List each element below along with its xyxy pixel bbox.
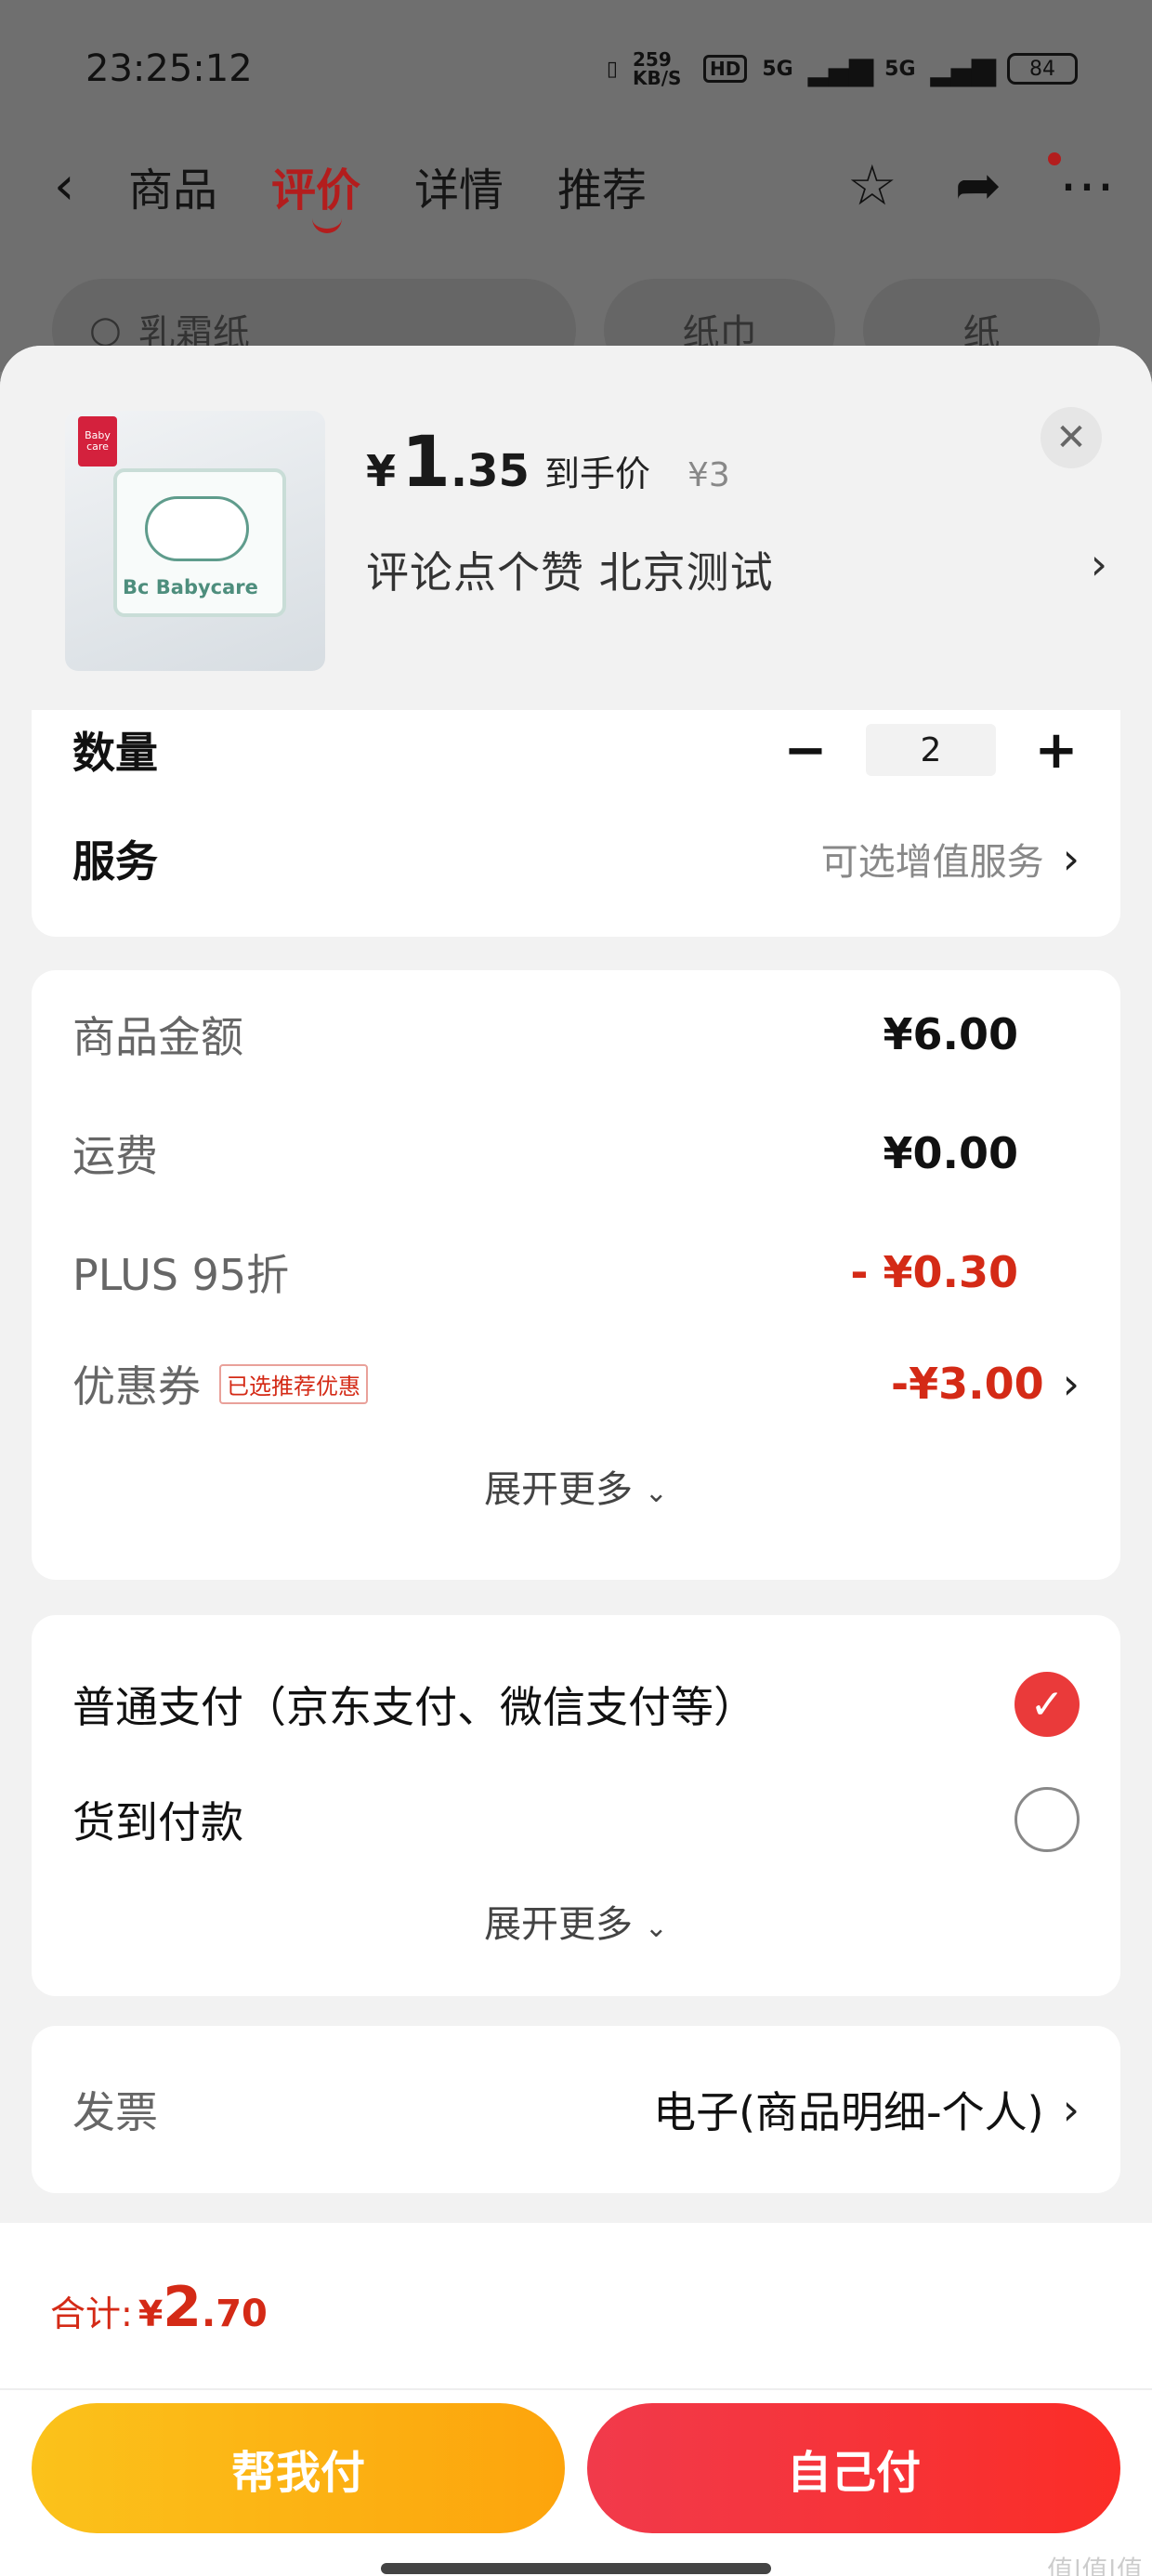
checkmark-icon[interactable]: ✓ [1015, 1672, 1080, 1737]
payment-option-cod-label: 货到付款 [72, 1797, 243, 1847]
invoice-label: 发票 [72, 2087, 158, 2137]
status-bar: 23:25:12 ▯ 259 KB/S HD 5G ▂▄▆ 5G ▂▄▆ 84 [85, 41, 1078, 97]
order-sheet: Baby care Bc Babycare ¥ 1 .35 到手价 ¥3 评论点… [0, 346, 1152, 2576]
coupon-row[interactable]: 优惠券 已选推荐优惠 -¥3.00 › [72, 1351, 1080, 1416]
top-nav: ‹ 商品 评价 详情 推荐 ☆ ➦ ⋯ [54, 149, 1115, 233]
more-icon[interactable]: ⋯ [1059, 153, 1115, 218]
service-value: 可选增值服务 [820, 841, 1044, 884]
original-price: ¥3 [687, 456, 730, 494]
payment-expand-more-button[interactable]: 展开更多 ⌄ [32, 1894, 1120, 1948]
price-symbol: ¥ [366, 446, 397, 496]
payment-option-online-label: 普通支付（京东支付、微信支付等） [72, 1682, 756, 1732]
pack-label: Bc Babycare [123, 576, 258, 598]
plus-discount-row: PLUS 95折 - ¥0.30 [72, 1240, 1080, 1305]
help-pay-button[interactable]: 帮我付 [32, 2403, 565, 2533]
footer-divider [0, 2388, 1152, 2390]
expand-more-label: 展开更多 [484, 1468, 634, 1511]
shipping-value: ¥0.00 [883, 1128, 1018, 1178]
back-arrow-icon[interactable]: ‹ [54, 156, 128, 217]
watermark: 值|值|值 [1047, 2555, 1143, 2576]
tab-details[interactable]: 详情 [414, 153, 504, 218]
chevron-right-icon[interactable]: › [1091, 539, 1107, 589]
goods-amount-row: 商品金额 ¥6.00 [72, 1002, 1080, 1067]
radio-unchecked-icon[interactable] [1015, 1787, 1080, 1852]
invoice-row[interactable]: 发票 电子(商品明细-个人) › [72, 2072, 1080, 2147]
shipping-label: 运费 [72, 1131, 158, 1181]
quantity-row: 数量 − 2 + [72, 717, 1080, 782]
price-label: 到手价 [543, 453, 650, 494]
quantity-stepper: − 2 + [782, 720, 1080, 781]
status-time: 23:25:12 [85, 47, 253, 90]
total-label: 合计: [50, 2293, 133, 2334]
tab-reviews[interactable]: 评价 [271, 153, 360, 233]
quantity-label: 数量 [72, 728, 158, 778]
signal-icon-2: ▂▄▆ [930, 50, 996, 87]
self-pay-button[interactable]: 自己付 [587, 2403, 1120, 2533]
star-icon[interactable]: ☆ [847, 153, 897, 218]
signal-1-label: 5G [762, 57, 793, 81]
chevron-down-icon: ⌄ [644, 1912, 668, 1944]
close-icon[interactable]: ✕ [1041, 407, 1102, 468]
vibrate-icon: ▯ [606, 57, 618, 81]
signal-2-label: 5G [884, 57, 916, 81]
notification-dot [1048, 152, 1061, 165]
coupon-value: -¥3.00 [891, 1359, 1044, 1409]
coupon-label: 优惠券 [72, 1361, 201, 1412]
net-speed: 259 KB/S [633, 48, 682, 89]
total-yen: ¥ [137, 2293, 164, 2334]
amounts-card: 商品金额 ¥6.00 运费 ¥0.00 PLUS 95折 - ¥0.30 优惠券… [32, 970, 1120, 1580]
payment-card: 普通支付（京东支付、微信支付等） ✓ 货到付款 展开更多 ⌄ [32, 1615, 1120, 1996]
home-indicator[interactable] [381, 2563, 771, 2574]
status-icons: ▯ 259 KB/S HD 5G ▂▄▆ 5G ▂▄▆ 84 [607, 50, 1078, 87]
checkout-footer: 合计: ¥ 2 .70 帮我付 自己付 值|值|值 [0, 2223, 1152, 2576]
shipping-row: 运费 ¥0.00 [72, 1121, 1080, 1186]
service-label: 服务 [72, 836, 158, 887]
expand-more-button[interactable]: 展开更多 ⌄ [32, 1459, 1120, 1513]
product-header: Baby care Bc Babycare ¥ 1 .35 到手价 ¥3 评论点… [0, 346, 1152, 710]
tab-recommend[interactable]: 推荐 [557, 153, 647, 218]
coupon-tag: 已选推荐优惠 [219, 1363, 368, 1404]
tab-goods[interactable]: 商品 [128, 153, 217, 218]
share-icon[interactable]: ➦ [955, 153, 1001, 218]
payment-option-cod[interactable]: 货到付款 [72, 1782, 1080, 1857]
goods-amount-label: 商品金额 [72, 1012, 243, 1062]
cloud-graphic [145, 496, 249, 561]
nav-icons: ☆ ➦ ⋯ [847, 153, 1115, 218]
plus-discount-value: - ¥0.30 [850, 1247, 1018, 1297]
brand-logo: Baby care [78, 416, 117, 467]
total-amount: 合计: ¥ 2 .70 [50, 2275, 268, 2340]
price-dec: .35 [450, 445, 530, 497]
promo-text[interactable]: 评论点个赞 北京测试 [366, 539, 774, 600]
product-image: Baby care Bc Babycare [65, 411, 325, 671]
total-dec: .70 [202, 2293, 268, 2335]
chevron-right-icon: › [1062, 2084, 1080, 2135]
signal-icon: ▂▄▆ [807, 50, 873, 87]
payment-option-online[interactable]: 普通支付（京东支付、微信支付等） ✓ [72, 1667, 1080, 1741]
chevron-right-icon: › [1062, 1359, 1080, 1409]
invoice-card: 发票 电子(商品明细-个人) › [32, 2026, 1120, 2193]
plus-discount-label: PLUS 95折 [72, 1250, 290, 1300]
goods-amount-value: ¥6.00 [883, 1009, 1018, 1059]
quantity-value[interactable]: 2 [866, 724, 996, 776]
minus-button[interactable]: − [782, 720, 829, 781]
chevron-right-icon: › [1062, 834, 1080, 884]
price-line: ¥ 1 .35 到手价 ¥3 [366, 420, 730, 503]
quantity-service-card: 数量 − 2 + 服务 可选增值服务 › [32, 710, 1120, 937]
chevron-down-icon: ⌄ [644, 1477, 668, 1509]
hd-icon: HD [703, 55, 748, 83]
plus-button[interactable]: + [1033, 720, 1080, 781]
invoice-value: 电子(商品明细-个人) [653, 2087, 1044, 2137]
battery-icon: 84 [1007, 53, 1078, 85]
payment-expand-more-label: 展开更多 [484, 1903, 634, 1946]
total-int: 2 [163, 2275, 203, 2340]
price-int: 1 [401, 420, 451, 503]
service-row[interactable]: 服务 可选增值服务 › [72, 821, 1080, 896]
